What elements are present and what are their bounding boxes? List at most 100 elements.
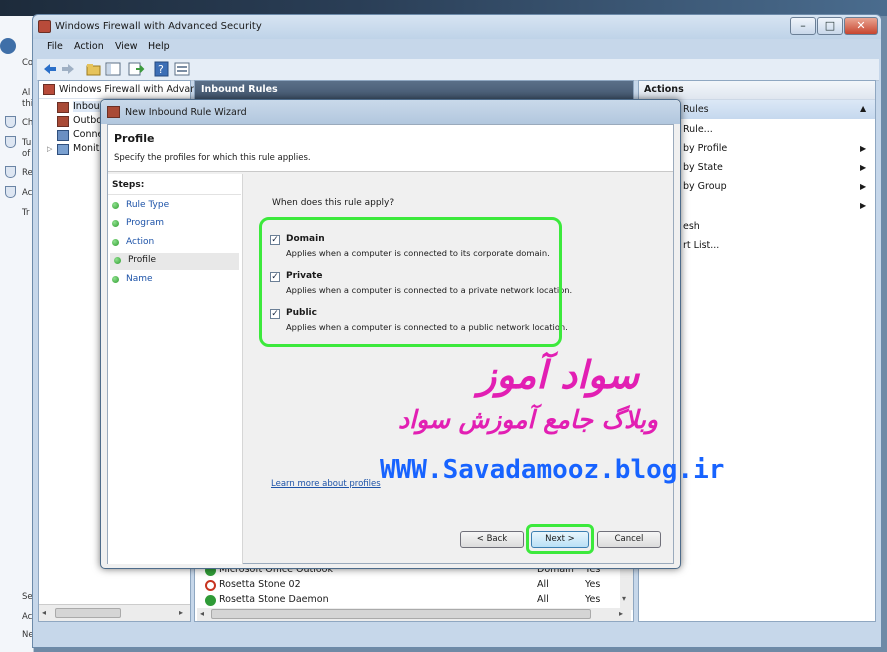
page-subtitle: Specify the profiles for which this rule… [114, 153, 311, 163]
scroll-thumb[interactable] [55, 608, 121, 618]
action-filter-by-profile[interactable]: by Profile [683, 143, 727, 154]
learn-more-link[interactable]: Learn more about profiles [271, 479, 381, 489]
step-profile[interactable]: Profile [110, 253, 239, 270]
maximize-button[interactable]: □ [817, 17, 843, 35]
menu-help[interactable]: Help [148, 41, 170, 52]
window-title: Windows Firewall with Advanced Security [55, 21, 262, 32]
monitoring-icon [57, 144, 69, 155]
bg-text: of [22, 149, 31, 159]
cancel-button[interactable]: Cancel [597, 531, 661, 548]
divider [108, 194, 241, 195]
page-title: Profile [114, 132, 155, 145]
action-filter-by-group[interactable]: by Group [683, 181, 727, 192]
menu-file[interactable]: File [47, 41, 63, 52]
list-vertical-scrollbar[interactable]: ▾ [620, 562, 633, 610]
watermark-url: WWW.Savadamooz.blog.ir [380, 455, 725, 485]
firewall-icon [107, 106, 120, 118]
new-inbound-rule-wizard: New Inbound Rule Wizard Profile Specify … [100, 99, 681, 569]
scroll-left-icon[interactable]: ◂ [42, 608, 46, 617]
show-hide-tree-icon[interactable] [104, 61, 122, 77]
rule-profile: All [537, 579, 549, 590]
scroll-right-icon[interactable]: ▸ [619, 609, 623, 618]
firewall-icon [43, 84, 55, 95]
wizard-body: Profile Specify the profiles for which t… [107, 124, 674, 564]
action-refresh[interactable]: esh [683, 221, 700, 232]
step-name[interactable]: Name [108, 272, 239, 289]
highlight-box [526, 524, 594, 554]
bg-text: Al [22, 88, 31, 98]
close-button[interactable]: ✕ [844, 17, 878, 35]
rule-enabled: Yes [585, 594, 601, 605]
allow-icon [205, 595, 216, 606]
inbound-rules-icon [57, 102, 69, 113]
highlight-box [259, 217, 562, 347]
step-dot-icon [112, 202, 119, 209]
back-arrow-icon[interactable] [41, 61, 59, 77]
step-dot-icon [114, 257, 121, 264]
step-program[interactable]: Program [108, 216, 239, 233]
firewall-icon [38, 20, 51, 33]
rule-name: Rosetta Stone Daemon [219, 594, 329, 605]
actions-section-label: Rules [683, 104, 709, 115]
scroll-right-icon[interactable]: ▸ [179, 608, 183, 617]
bg-text: Ac [22, 188, 33, 198]
steps-panel: Steps: Rule Type Program Action Profile … [108, 174, 243, 564]
collapse-icon[interactable]: ▲ [860, 104, 866, 113]
step-dot-icon [112, 220, 119, 227]
outbound-rules-icon [57, 116, 69, 127]
step-action[interactable]: Action [108, 235, 239, 252]
action-export-list[interactable]: rt List... [683, 240, 719, 251]
export-list-icon[interactable] [127, 61, 145, 77]
table-row[interactable]: Rosetta Stone 02 All Yes [199, 578, 625, 593]
question-text: When does this rule apply? [272, 198, 395, 208]
minimize-button[interactable]: – [790, 17, 816, 35]
scroll-thumb[interactable] [211, 609, 591, 619]
tree-item-connection-security[interactable]: Conne [73, 129, 103, 140]
tree-item-outbound-rules[interactable]: Outbo [73, 115, 102, 126]
shield-icon [5, 116, 16, 128]
scroll-down-icon[interactable]: ▾ [622, 594, 626, 603]
shield-icon [5, 186, 16, 198]
properties-icon[interactable] [173, 61, 191, 77]
submenu-arrow-icon: ▶ [860, 163, 867, 172]
block-icon [205, 580, 216, 591]
bg-text: Tu [22, 138, 32, 148]
submenu-arrow-icon: ▶ [860, 182, 867, 191]
menu-view[interactable]: View [115, 41, 138, 52]
step-dot-icon [112, 239, 119, 246]
tree-root[interactable]: Windows Firewall with Advance [39, 81, 207, 99]
help-icon[interactable]: ? [153, 61, 171, 77]
watermark-subtitle: وبلاگ جامع آموزش سواد [398, 405, 658, 434]
action-filter-by-state[interactable]: by State [683, 162, 723, 173]
step-rule-type[interactable]: Rule Type [108, 198, 239, 215]
rule-name: Rosetta Stone 02 [219, 579, 301, 590]
tree-horizontal-scrollbar[interactable]: ◂ ▸ [39, 604, 190, 621]
bg-text: Ac [22, 612, 33, 622]
back-icon[interactable] [0, 38, 16, 54]
forward-arrow-icon[interactable] [59, 61, 77, 77]
shield-icon [5, 136, 16, 148]
submenu-arrow-icon: ▶ [860, 144, 867, 153]
tree-item-monitoring[interactable]: Monit [73, 143, 99, 154]
connection-security-icon [57, 130, 69, 141]
toolbar: ? [37, 59, 879, 81]
bg-text: Tr [22, 208, 30, 218]
submenu-arrow-icon: ▶ [860, 201, 867, 210]
rule-profile: All [537, 594, 549, 605]
expand-arrow-icon[interactable]: ▷ [47, 145, 52, 153]
back-button[interactable]: < Back [460, 531, 524, 548]
rule-enabled: Yes [585, 579, 601, 590]
steps-label: Steps: [112, 180, 145, 190]
table-row[interactable]: Rosetta Stone Daemon All Yes [199, 593, 625, 608]
up-folder-icon[interactable] [85, 61, 103, 77]
step-dot-icon [112, 276, 119, 283]
watermark-title: سواد آموز [478, 352, 640, 397]
pane-header: Inbound Rules [195, 81, 633, 99]
wizard-header: Profile Specify the profiles for which t… [108, 125, 673, 172]
list-horizontal-scrollbar[interactable]: ◂ ▸ [197, 608, 631, 621]
title-bar: Windows Firewall with Advanced Security … [33, 15, 881, 39]
wizard-title: New Inbound Rule Wizard [125, 107, 247, 118]
scroll-left-icon[interactable]: ◂ [200, 609, 204, 618]
menu-action[interactable]: Action [74, 41, 104, 52]
action-new-rule[interactable]: Rule... [683, 124, 713, 135]
